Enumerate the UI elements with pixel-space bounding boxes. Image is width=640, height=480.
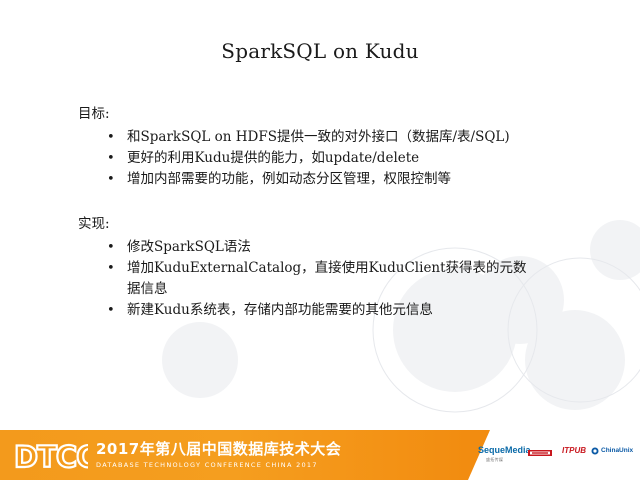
- sequemedia-logo: SequeMedia: [478, 445, 531, 455]
- list-item: • 新建Kudu系统表，存储内部功能需要的其他元信息: [104, 300, 527, 321]
- goals-section: 目标: • 和SparkSQL on HDFS提供一致的对外接口（数据库/表/S…: [78, 104, 598, 190]
- dtcc-logo: DTCC: [14, 439, 88, 472]
- footer-bar: DTCC 2017年第八届中国数据库技术大会 DATABASE TECHNOLO…: [0, 430, 640, 480]
- goal-text: 更好的利用Kudu提供的能力，如update/delete: [127, 150, 420, 166]
- goal-text: 增加内部需要的功能，例如动态分区管理，权限控制等: [127, 171, 451, 187]
- chinaunix-icon: [591, 447, 599, 455]
- implementation-list: • 修改SparkSQL语法 • 增加KuduExternalCatalog，直…: [104, 237, 598, 321]
- bullet-icon: •: [107, 172, 115, 187]
- goals-list: • 和SparkSQL on HDFS提供一致的对外接口（数据库/表/SQL) …: [104, 127, 598, 190]
- conference-title: 2017年第八届中国数据库技术大会: [96, 440, 342, 458]
- list-item: • 和SparkSQL on HDFS提供一致的对外接口（数据库/表/SQL): [104, 127, 527, 148]
- goals-heading: 目标:: [78, 106, 110, 122]
- bullet-icon: •: [107, 261, 115, 276]
- footer-banner: DTCC 2017年第八届中国数据库技术大会 DATABASE TECHNOLO…: [0, 430, 490, 480]
- sponsor-emblem-icon: [528, 450, 552, 456]
- logo-text: DTCC: [14, 440, 88, 472]
- list-item: • 增加KuduExternalCatalog，直接使用KuduClient获得…: [104, 258, 527, 300]
- list-item: • 修改SparkSQL语法: [104, 237, 527, 258]
- sequemedia-subtitle: 盛拓传媒: [486, 457, 504, 462]
- implementation-text: 增加KuduExternalCatalog，直接使用KuduClient获得表的…: [127, 260, 527, 297]
- goal-text: 和SparkSQL on HDFS提供一致的对外接口（数据库/表/SQL): [127, 129, 510, 145]
- implementation-text: 新建Kudu系统表，存储内部功能需要的其他元信息: [127, 302, 433, 318]
- conference-subtitle: DATABASE TECHNOLOGY CONFERENCE CHINA 201…: [96, 461, 318, 469]
- bullet-icon: •: [107, 240, 115, 255]
- bullet-icon: •: [107, 303, 115, 318]
- list-item: • 增加内部需要的功能，例如动态分区管理，权限控制等: [104, 169, 527, 190]
- implementation-section: 实现: • 修改SparkSQL语法 • 增加KuduExternalCatal…: [78, 214, 598, 321]
- list-item: • 更好的利用Kudu提供的能力，如update/delete: [104, 148, 527, 169]
- chinaunix-logo: ChinaUnix: [601, 447, 634, 454]
- slide-title: SparkSQL on Kudu: [221, 39, 419, 64]
- bullet-icon: •: [107, 130, 115, 145]
- implementation-text: 修改SparkSQL语法: [127, 239, 251, 255]
- implementation-heading: 实现:: [78, 216, 110, 232]
- bullet-icon: •: [107, 151, 115, 166]
- itpub-logo: ITPUB: [562, 446, 586, 455]
